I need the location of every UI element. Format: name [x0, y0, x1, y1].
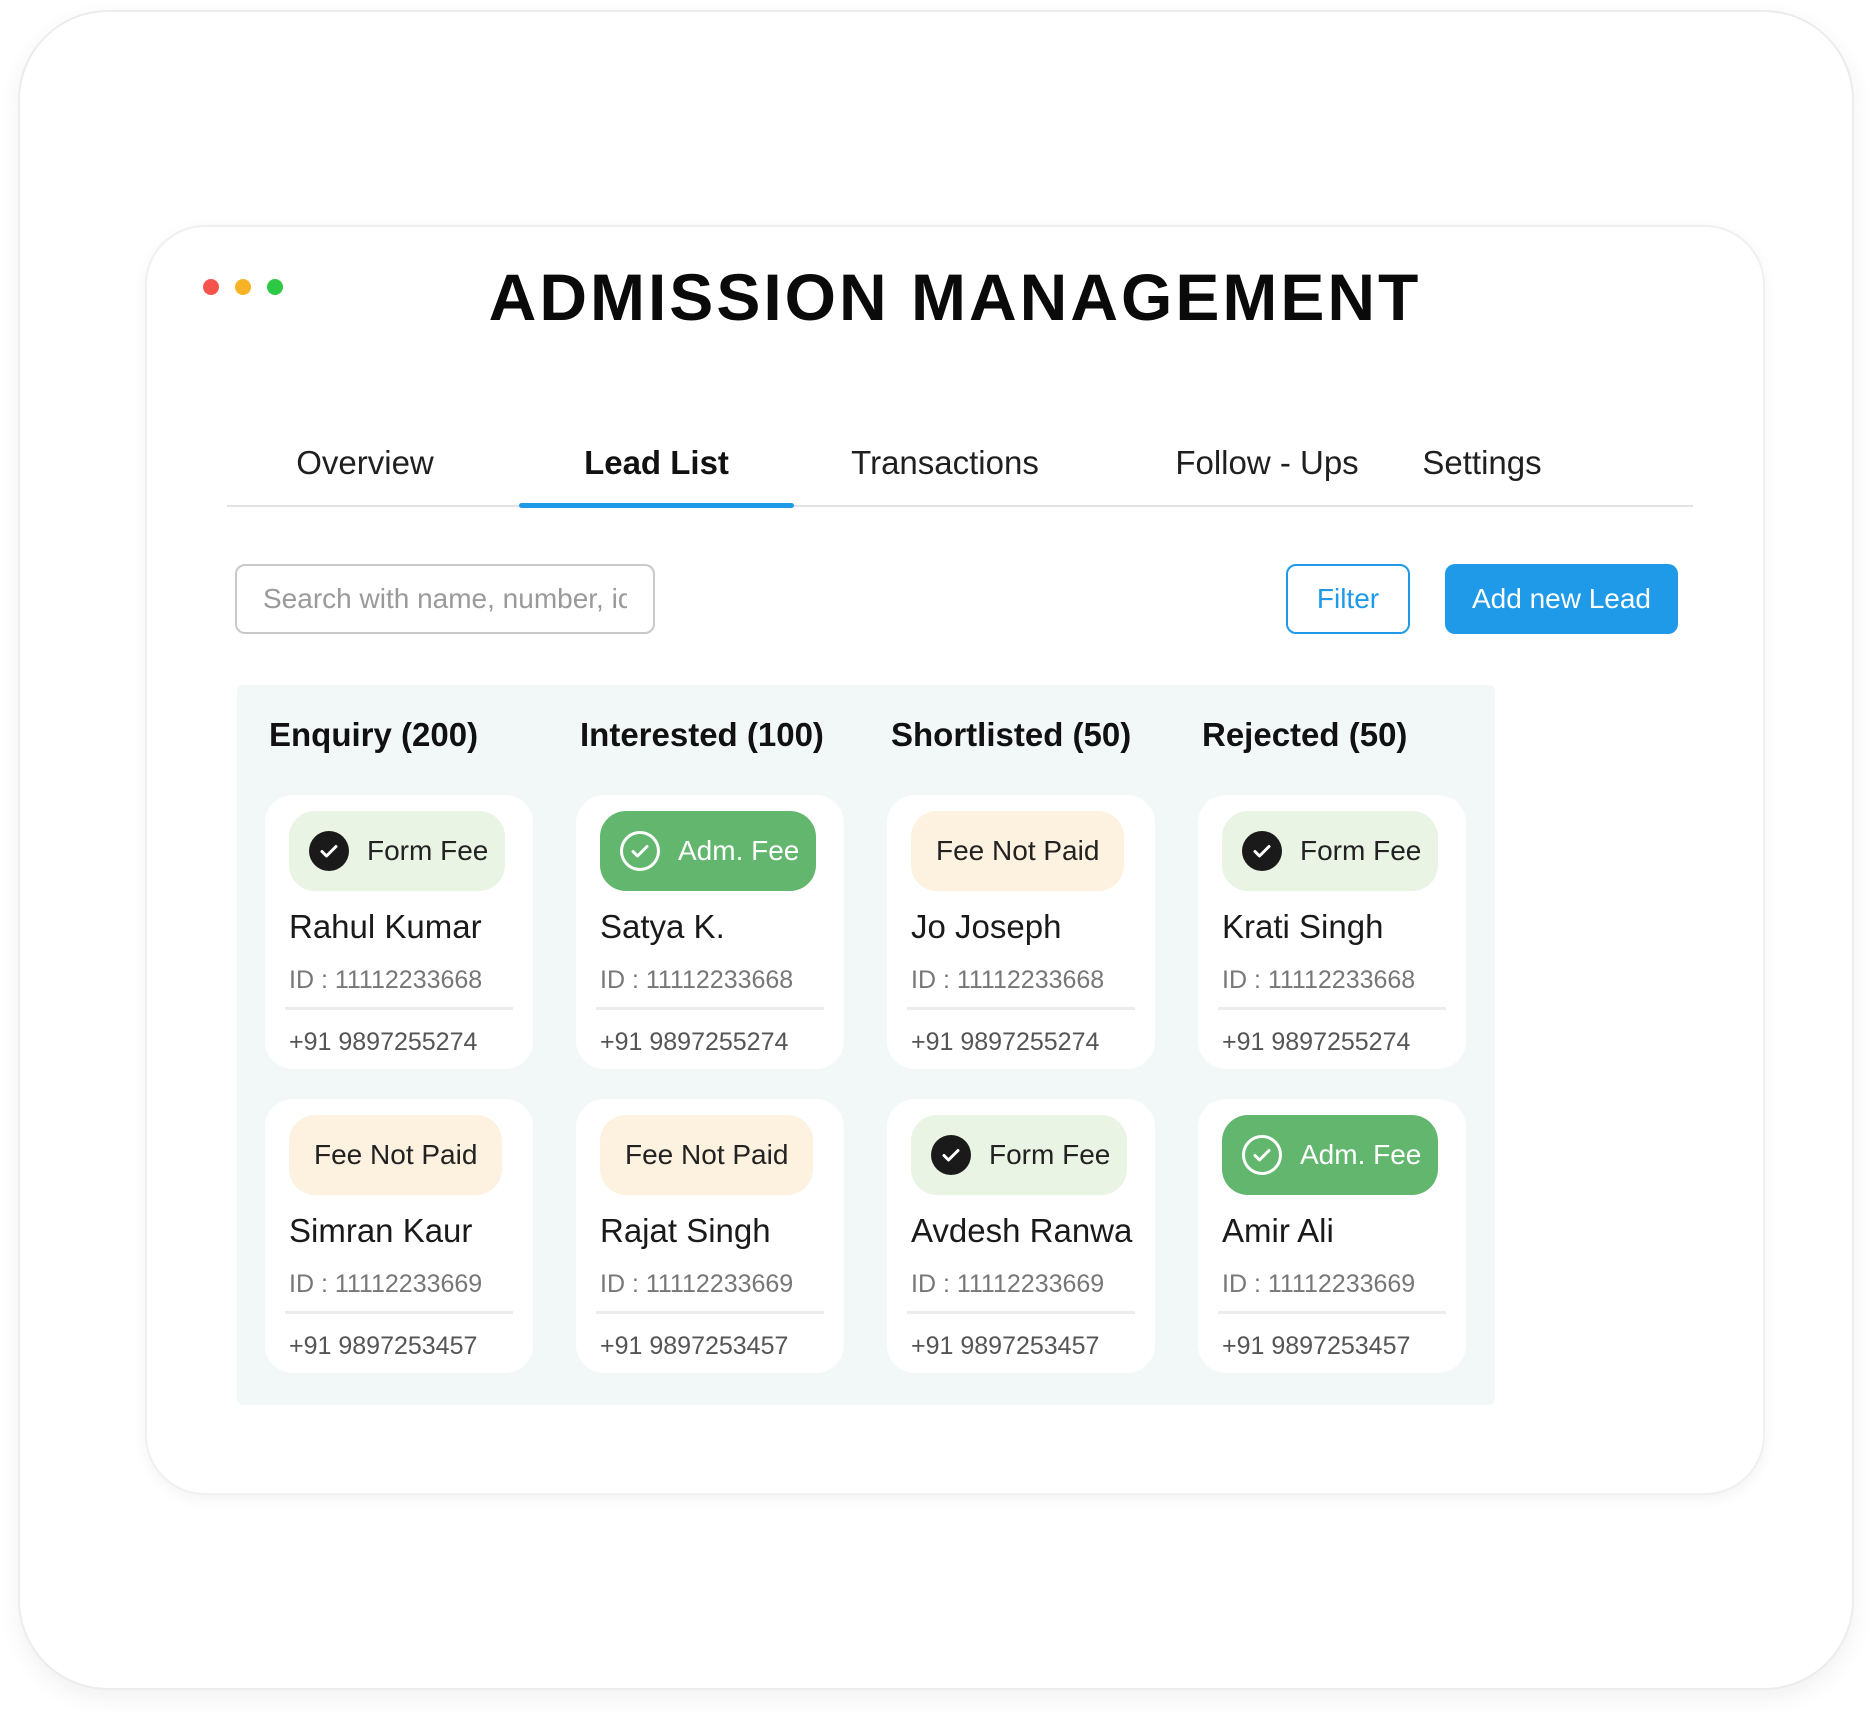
check-circle-icon — [1242, 1135, 1282, 1175]
card-divider — [1218, 1007, 1446, 1010]
column-title: Shortlisted (50) — [891, 716, 1132, 753]
status-badge-label: Fee Not Paid — [625, 1139, 789, 1170]
status-badge: Fee Not Paid — [911, 811, 1125, 891]
card-divider — [907, 1007, 1135, 1010]
lead-phone: +91 9897255274 — [289, 1028, 478, 1056]
tab-follow-ups[interactable]: Follow - Ups — [1167, 443, 1367, 483]
status-badge: Adm. Fee — [600, 811, 817, 891]
card-divider — [285, 1007, 513, 1010]
status-badge-label: Form Fee — [367, 835, 489, 866]
column-shortlisted: Shortlisted (50) Fee Not Paid Jo Joseph ID … — [859, 685, 1184, 1405]
lead-name: Rajat Singh — [600, 1212, 771, 1249]
lead-id: ID : 11112233668 — [1222, 966, 1416, 994]
lead-phone: +91 9897253457 — [1222, 1332, 1411, 1360]
lead-name: Krati Singh — [1222, 908, 1384, 945]
active-tab-indicator — [519, 503, 794, 508]
card-divider — [596, 1007, 824, 1010]
lead-name: Avdesh Ranwa — [911, 1212, 1133, 1249]
lead-id: ID : 11112233668 — [911, 966, 1105, 994]
column-title: Interested (100) — [580, 716, 824, 753]
lead-phone: +91 9897255274 — [600, 1028, 789, 1056]
lead-card[interactable]: Form Fee Krati Singh ID : 11112233668 +91 9… — [1198, 795, 1466, 1069]
lead-id: ID : 11112233669 — [1222, 1270, 1416, 1298]
lead-phone: +91 9897255274 — [911, 1028, 1100, 1056]
lead-id: ID : 11112233669 — [289, 1270, 483, 1298]
lead-phone: +91 9897253457 — [600, 1332, 789, 1360]
lead-card[interactable]: Form Fee Avdesh Ranwa ID : 11112233669 +91 … — [887, 1099, 1155, 1373]
lead-name: Amir Ali — [1222, 1212, 1334, 1249]
lead-phone: +91 9897255274 — [1222, 1028, 1411, 1056]
tab-settings[interactable]: Settings — [1407, 443, 1557, 483]
lead-name: Simran Kaur — [289, 1212, 473, 1249]
tab-lead-list[interactable]: Lead List — [519, 443, 794, 483]
lead-name: Rahul Kumar — [289, 908, 482, 945]
status-badge: Adm. Fee — [1222, 1115, 1439, 1195]
status-badge-label: Form Fee — [1300, 835, 1422, 866]
check-circle-icon — [1242, 831, 1282, 871]
lead-id: ID : 11112233668 — [600, 966, 794, 994]
outer-frame: ADMISSION MANAGEMENT Overview Lead List … — [18, 10, 1854, 1690]
column-enquiry: Enquiry (200) Form Fee Rahul Kumar ID : 111… — [237, 685, 562, 1405]
lead-card[interactable]: Fee Not Paid Jo Joseph ID : 11112233668 +91… — [887, 795, 1155, 1069]
status-badge: Form Fee — [289, 811, 506, 891]
card-divider — [285, 1311, 513, 1314]
status-badge: Form Fee — [1222, 811, 1439, 891]
search-input[interactable] — [235, 564, 655, 634]
check-circle-icon — [620, 831, 660, 871]
lead-name: Satya K. — [600, 908, 725, 945]
lead-id: ID : 11112233669 — [600, 1270, 794, 1298]
column-rejected: Rejected (50) Form Fee Krati Singh ID : 111… — [1170, 685, 1495, 1405]
column-interested: Interested (100) Adm. Fee Satya K. ID : 111… — [548, 685, 873, 1405]
lead-id: ID : 11112233668 — [289, 966, 483, 994]
lead-id: ID : 11112233669 — [911, 1270, 1105, 1298]
column-title: Rejected (50) — [1202, 716, 1408, 753]
status-badge: Fee Not Paid — [600, 1115, 814, 1195]
card-divider — [1218, 1311, 1446, 1314]
lead-phone: +91 9897253457 — [289, 1332, 478, 1360]
tab-overview[interactable]: Overview — [295, 443, 435, 483]
column-title: Enquiry (200) — [269, 716, 479, 753]
tab-bar: Overview Lead List Transactions Follow -… — [227, 427, 1693, 508]
lead-name: Jo Joseph — [911, 908, 1062, 945]
lead-card[interactable]: Adm. Fee Satya K. ID : 11112233668 +91 9897… — [576, 795, 844, 1069]
filter-button[interactable]: Filter — [1286, 564, 1410, 634]
status-badge: Form Fee — [911, 1115, 1128, 1195]
status-badge: Fee Not Paid — [289, 1115, 503, 1195]
lead-card[interactable]: Fee Not Paid Rajat Singh ID : 11112233669 +… — [576, 1099, 844, 1373]
app-title: ADMISSION MANAGEMENT — [488, 260, 1422, 334]
card-divider — [907, 1311, 1135, 1314]
status-badge-label: Form Fee — [989, 1139, 1111, 1170]
status-badge-label: Fee Not Paid — [936, 835, 1100, 866]
check-circle-icon — [931, 1135, 971, 1175]
status-badge-label: Adm. Fee — [678, 835, 800, 866]
check-circle-icon — [309, 831, 349, 871]
app-window: ADMISSION MANAGEMENT Overview Lead List … — [145, 225, 1765, 1495]
lead-card[interactable]: Fee Not Paid Simran Kaur ID : 11112233669 +… — [265, 1099, 533, 1373]
lead-card[interactable]: Adm. Fee Amir Ali ID : 11112233669 +91 9897… — [1198, 1099, 1466, 1373]
status-badge-label: Adm. Fee — [1300, 1139, 1422, 1170]
lead-card[interactable]: Form Fee Rahul Kumar ID : 11112233668 +91 9… — [265, 795, 533, 1069]
tab-transactions[interactable]: Transactions — [845, 443, 1045, 483]
lead-phone: +91 9897253457 — [911, 1332, 1100, 1360]
add-new-lead-button[interactable]: Add new Lead — [1445, 564, 1678, 634]
card-divider — [596, 1311, 824, 1314]
status-badge-label: Fee Not Paid — [314, 1139, 478, 1170]
